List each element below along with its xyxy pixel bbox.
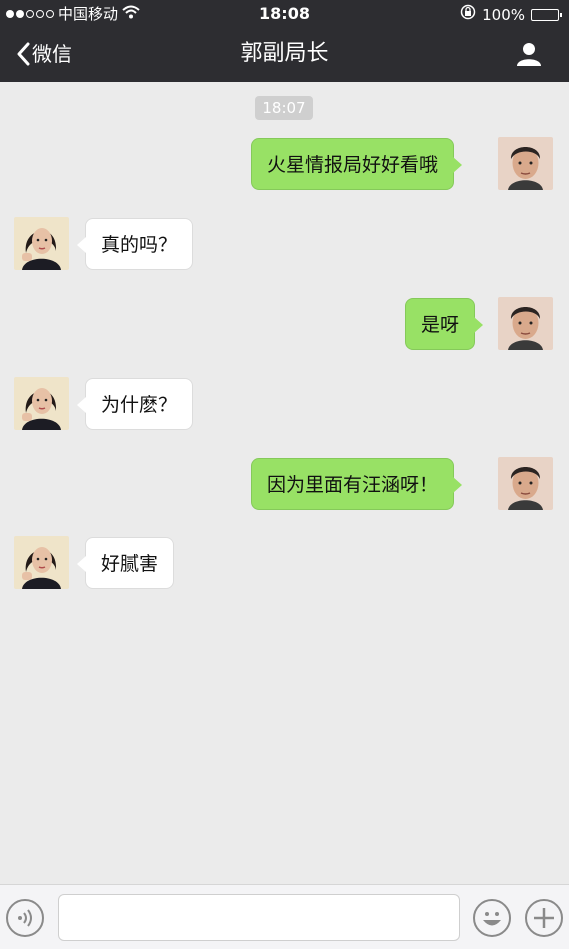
message-bubble-sent[interactable]: 是呀 <box>405 298 484 350</box>
avatar-self[interactable] <box>498 137 553 190</box>
more-button[interactable] <box>525 899 563 937</box>
message-bubble-received[interactable]: 好腻害 <box>76 537 175 589</box>
avatar-contact[interactable] <box>14 217 69 270</box>
message-bubble-received[interactable]: 为什麽？ <box>76 378 194 430</box>
emoji-button[interactable] <box>473 899 511 937</box>
male-avatar-image <box>498 297 553 350</box>
nav-bar: 微信 郭副局长 <box>0 28 569 82</box>
message-bubble-sent[interactable]: 火星情报局好好看哦 <box>251 138 463 190</box>
avatar-self[interactable] <box>498 457 553 510</box>
male-avatar-image <box>498 137 553 190</box>
voice-button[interactable] <box>6 899 44 937</box>
status-bar: 中国移动 18:08 100% <box>0 0 569 28</box>
female-avatar-image <box>14 377 69 430</box>
voice-icon <box>18 909 32 927</box>
plus-icon <box>534 908 554 928</box>
top-bar: 中国移动 18:08 100% 微信 郭副局长 <box>0 0 569 82</box>
message-input[interactable] <box>58 894 460 941</box>
female-avatar-image <box>14 536 69 589</box>
profile-button[interactable] <box>515 41 543 67</box>
status-right: 100% <box>460 4 562 25</box>
avatar-contact[interactable] <box>14 536 69 589</box>
female-avatar-image <box>14 217 69 270</box>
timestamp: 18:07 <box>255 96 313 120</box>
message-bubble-sent[interactable]: 因为里面有汪涵呀！ <box>251 458 463 510</box>
battery-icon <box>531 8 562 21</box>
input-bar <box>0 884 569 949</box>
message-bubble-received[interactable]: 真的吗？ <box>76 218 194 270</box>
chat-title: 郭副局长 <box>240 41 329 66</box>
avatar-contact[interactable] <box>14 377 69 430</box>
male-avatar-image <box>498 457 553 510</box>
orientation-lock-icon <box>460 4 476 25</box>
avatar-self[interactable] <box>498 297 553 350</box>
chat-area[interactable]: 18:07 火星情报局好好看哦 真的吗？ 是呀 为什麽？ 因为里面有汪涵呀！ 好… <box>0 82 569 884</box>
emoji-icon <box>483 912 501 926</box>
battery-label: 100% <box>482 5 525 24</box>
person-icon <box>517 43 541 66</box>
